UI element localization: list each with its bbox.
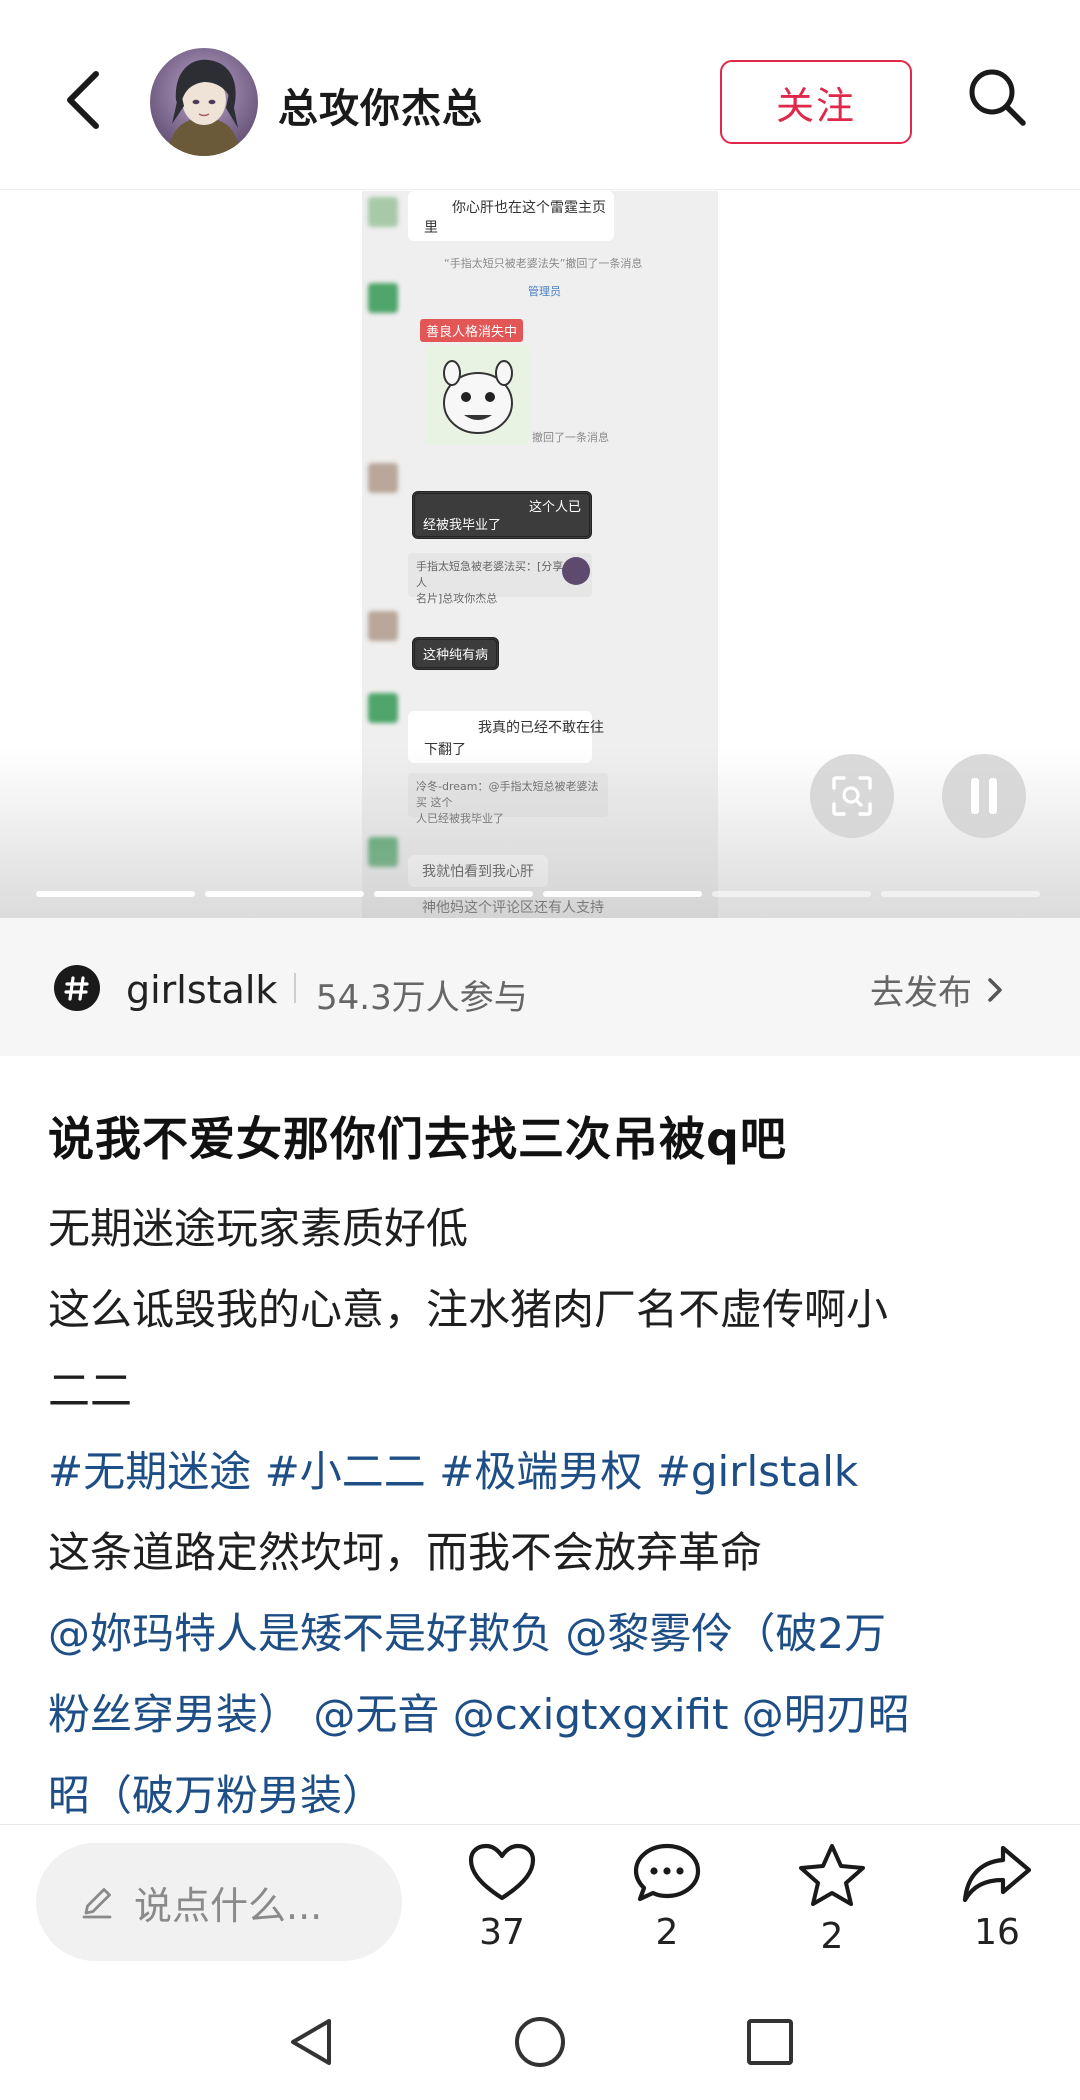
chat-text: 下翻了 (424, 742, 466, 758)
chat-text: 这个人已 (528, 500, 581, 515)
search-button[interactable] (962, 62, 1032, 132)
pencil-icon (82, 1888, 112, 1919)
hashtag-link[interactable]: #极端男权 (439, 1447, 642, 1496)
nav-home-icon (515, 2017, 565, 2067)
quote-text: 名片]总攻你杰总 (416, 592, 498, 605)
post-media[interactable]: 你心肝也在这个雷霆主页 里 “手指太短只被老婆法失”撤回了一条消息 管理员 善良… (0, 191, 1080, 918)
chat-system-text: 撤回了一条消息 (532, 431, 609, 444)
meme-sticker (426, 345, 530, 445)
post-tags: #无期迷途 #小二二 #极端男权 #girlstalk (48, 1431, 1038, 1512)
system-recents-button[interactable] (740, 2012, 800, 2072)
chat-text: 我真的已经不敢在往 (478, 720, 604, 736)
system-back-button[interactable] (280, 2012, 340, 2072)
post-text-line: 这条道路定然坎坷，而我不会放弃革命 (48, 1528, 763, 1577)
blurred-avatar (368, 463, 398, 493)
mention-links[interactable]: @妳玛特人是矮不是好欺负 @黎雾伶（破2万 (48, 1593, 1038, 1674)
chevron-right-icon (988, 977, 1002, 1002)
blurred-avatar (368, 197, 398, 227)
search-icon (969, 69, 1026, 126)
top-bar: 总攻你杰总 关注 (0, 0, 1080, 190)
chat-text: 我就怕看到我心肝 (422, 864, 534, 880)
chat-dark-bubble: 这种纯有病 (412, 637, 500, 670)
comment-count: 2 (655, 1912, 679, 1953)
like-button[interactable]: 37 (447, 1842, 557, 1953)
favorite-button[interactable]: 2 (777, 1842, 887, 1957)
progress-segment (712, 891, 871, 897)
author-avatar[interactable] (150, 48, 258, 156)
post-title: 说我不爱女那你们去找三次吊被q吧 (48, 1112, 787, 1166)
comment-input[interactable]: 说点什么... (36, 1843, 402, 1961)
progress-segment (374, 891, 533, 897)
comment-button[interactable]: 2 (612, 1842, 722, 1953)
system-home-button[interactable] (510, 2012, 570, 2072)
quote-text: 人已经被我毕业了 (416, 812, 504, 825)
blurred-avatar (368, 837, 398, 867)
chat-red-tag: 善良人格消失中 (420, 319, 524, 342)
chat-text: 你心肝也在这个雷霆主页 (452, 200, 606, 216)
topic-name[interactable]: girlstalk (126, 968, 277, 1012)
hashtag-link[interactable]: #无期迷途 (48, 1447, 251, 1496)
blurred-avatar (368, 693, 398, 723)
post-text-line: 无期迷途玩家素质好低 (48, 1204, 469, 1253)
chat-text: 里 (424, 220, 438, 236)
heart-icon (468, 1843, 536, 1901)
quote-box: 冷冬-dream：@手指太短总被老婆法买 这个 人已经被我毕业了 (408, 773, 608, 825)
chat-text: 经被我毕业了 (423, 518, 502, 533)
favorite-count: 2 (820, 1916, 844, 1957)
post-body: 无期迷途玩家素质好低 这么诋毁我的心意，注水猪肉厂名不虚传啊小 二二 #无期迷途… (48, 1188, 1038, 1836)
chat-dark-bubble: 这个人已 经被我毕业了 (412, 491, 592, 539)
chat-text: 神他妈这个评论区还有人支持 (422, 900, 604, 916)
nav-back-icon (291, 2019, 331, 2065)
share-icon (962, 1845, 1032, 1903)
progress-segment (881, 891, 1040, 897)
progress-segment (543, 891, 702, 897)
chat-screenshot: 你心肝也在这个雷霆主页 里 “手指太短只被老婆法失”撤回了一条消息 管理员 善良… (362, 191, 718, 918)
admin-tag: 管理员 (528, 285, 561, 298)
topic-participants: 54.3万人参与 (316, 978, 528, 1018)
publish-label: 去发布 (870, 973, 972, 1013)
like-count: 37 (479, 1912, 525, 1953)
pause-icon (971, 778, 997, 814)
progress-segment (36, 891, 195, 897)
back-button[interactable] (52, 65, 112, 135)
quote-text: 手指太短急被老婆法买：[分享个人 (416, 560, 575, 589)
image-search-button[interactable] (810, 754, 894, 838)
hashtag-link[interactable]: #小二二 (265, 1447, 426, 1496)
blurred-avatar (368, 283, 398, 313)
quote-text: 冷冬-dream：@手指太短总被老婆法买 这个 (416, 780, 599, 809)
star-icon (799, 1844, 865, 1906)
comment-icon (633, 1843, 701, 1902)
chat-system-text: “手指太短只被老婆法失”撤回了一条消息 (444, 257, 643, 270)
post-text-line: 这么诋毁我的心意，注水猪肉厂名不虚传啊小 (48, 1285, 889, 1334)
blurred-avatar (368, 611, 398, 641)
mention-links[interactable]: 粉丝穿男装） @无音 @cxigtxgxifit @明刃昭 (48, 1674, 1038, 1755)
share-count: 16 (974, 1912, 1020, 1953)
follow-button[interactable]: 关注 (720, 60, 912, 144)
comment-placeholder: 说点什么... (134, 1883, 323, 1928)
post-text-line: 二二 (48, 1366, 133, 1415)
nav-recent-icon (747, 2019, 793, 2065)
hashtag-link[interactable]: #girlstalk (656, 1447, 859, 1496)
pause-button[interactable] (942, 754, 1026, 838)
back-arrow-icon (67, 71, 99, 129)
progress-segment (205, 891, 364, 897)
quote-avatar (562, 557, 590, 585)
author-name[interactable]: 总攻你杰总 (278, 76, 483, 134)
hashtag-icon (54, 965, 100, 1011)
scan-icon (832, 776, 872, 816)
share-button[interactable]: 16 (942, 1842, 1052, 1953)
slide-progress (36, 891, 1040, 897)
publish-link[interactable]: 去发布 (870, 965, 1004, 1014)
divider (294, 973, 296, 1003)
